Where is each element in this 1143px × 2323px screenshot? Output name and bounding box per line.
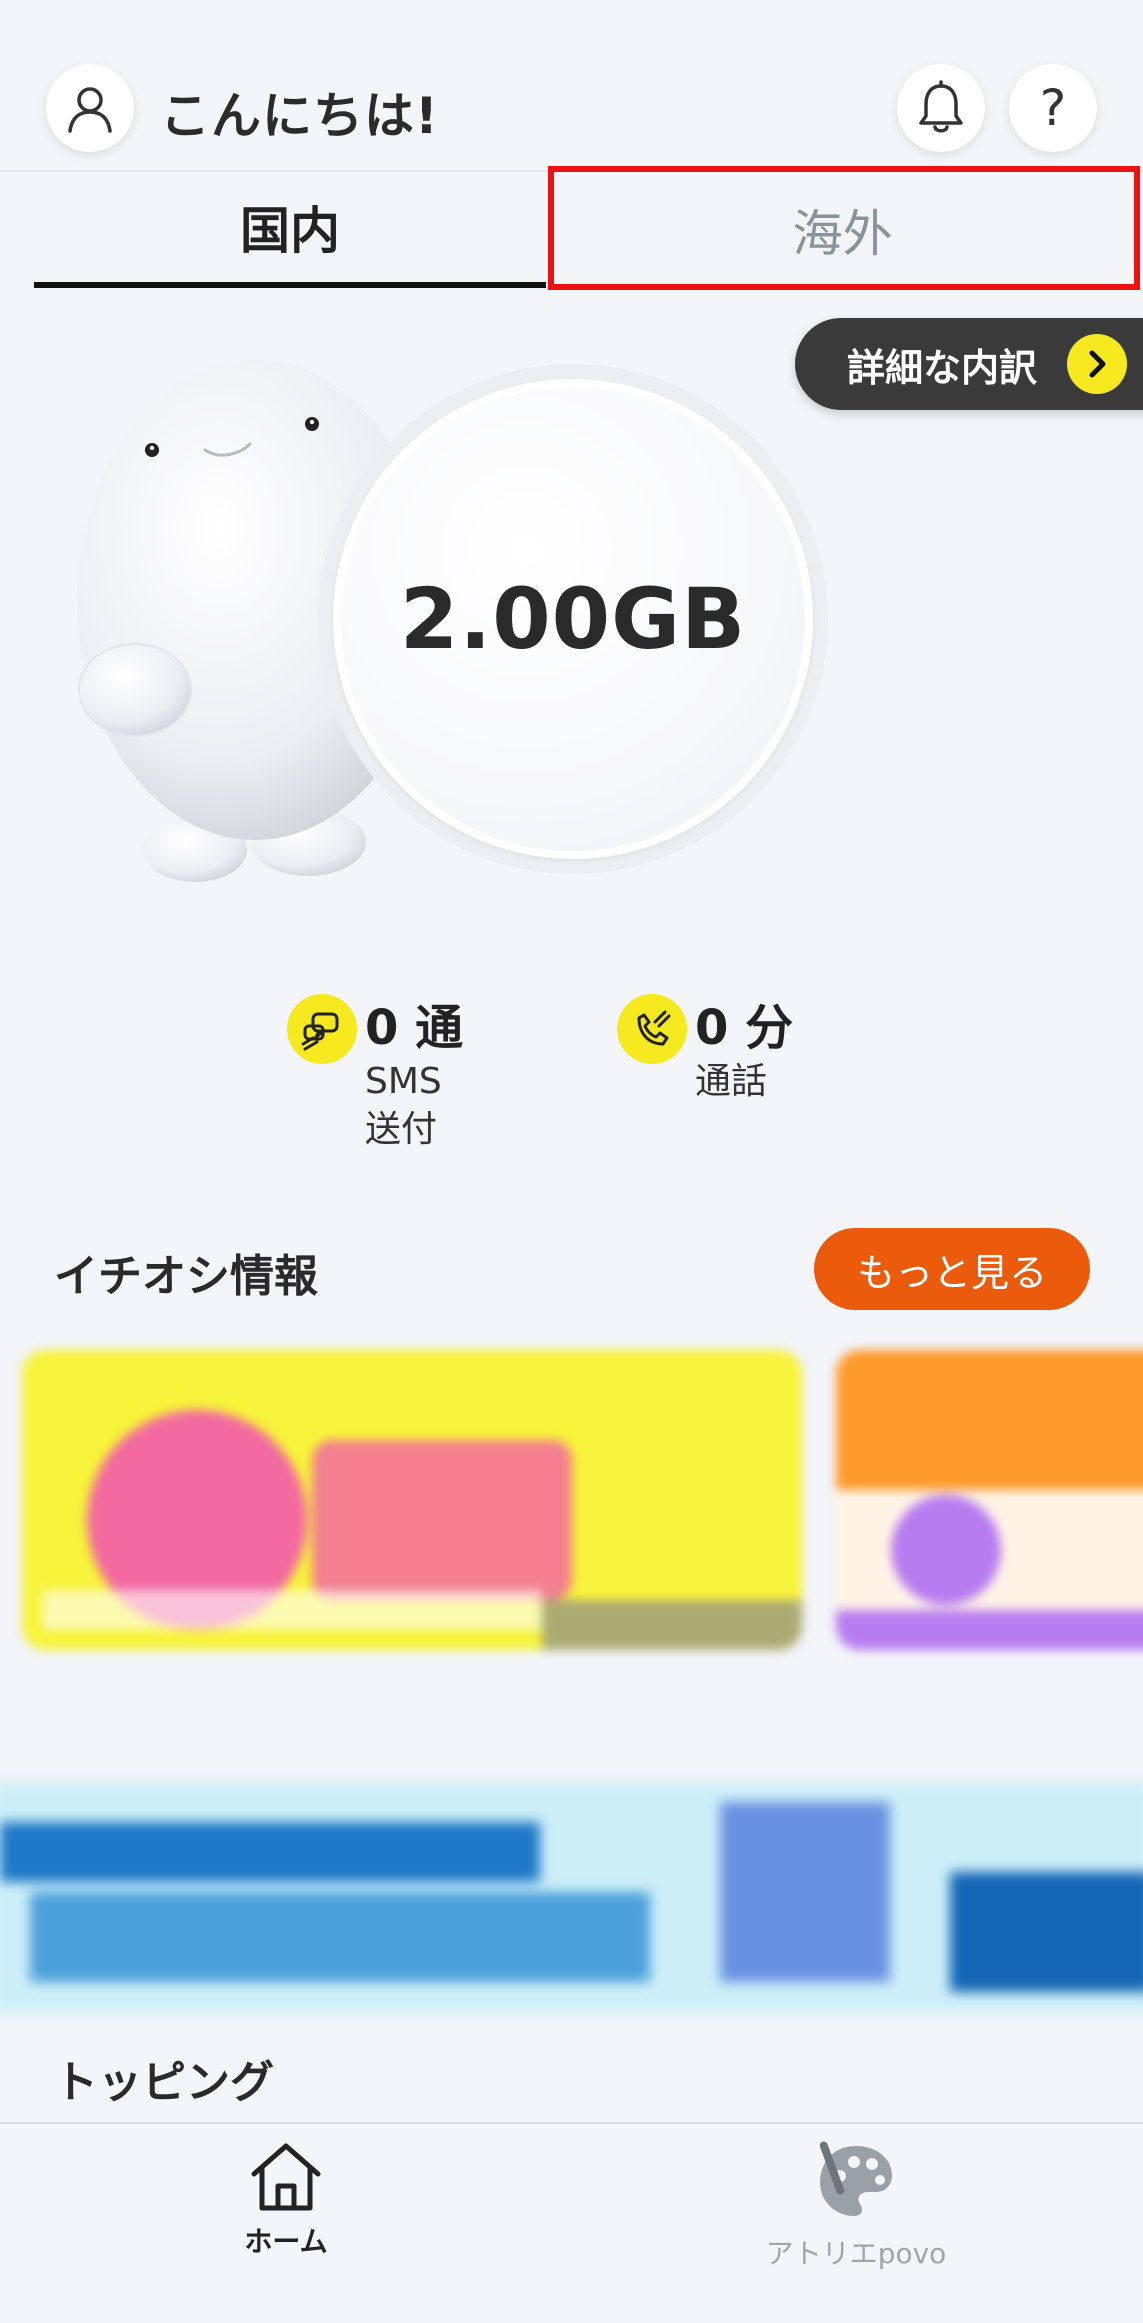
sms-label-line1: SMS	[365, 1061, 442, 1102]
topping-section-title: トッピング	[54, 2057, 274, 2108]
sms-label: SMS 送付	[365, 1058, 442, 1154]
tab-domestic[interactable]: 国内	[34, 172, 546, 288]
sms-label-line2: 送付	[365, 1109, 438, 1150]
chevron-right-icon	[1067, 334, 1127, 394]
sms-count: 0 通	[365, 1000, 464, 1056]
call-minutes: 0 分	[695, 1000, 794, 1056]
notification-button[interactable]	[897, 64, 985, 152]
nav-home[interactable]: ホーム	[136, 2136, 436, 2260]
phone-icon	[617, 994, 687, 1064]
help-icon: ?	[1039, 79, 1067, 137]
detail-breakdown-label: 詳細な内訳	[847, 345, 1038, 390]
recommended-section-title: イチオシ情報	[54, 1251, 318, 1302]
palette-icon	[819, 2141, 892, 2216]
data-remaining-ring: 2.00GB	[318, 364, 828, 874]
user-outline-icon	[68, 87, 112, 133]
bottom-navigation: ホーム アトリエpovo	[0, 2122, 1143, 2323]
data-remaining-circle: 2.00GB	[333, 379, 813, 859]
nav-atelier-povo[interactable]: アトリエpovo	[706, 2136, 1006, 2272]
tab-overseas[interactable]: 海外	[546, 172, 1139, 288]
detail-breakdown-button[interactable]: 詳細な内訳	[795, 318, 1143, 410]
promo-banner-2[interactable]	[836, 1350, 1143, 1650]
bell-icon	[919, 80, 963, 133]
call-label: 通話	[695, 1061, 768, 1102]
see-more-button[interactable]: もっと見る	[814, 1228, 1090, 1310]
greeting-text: こんにちは!	[160, 87, 439, 145]
region-tabs: 国内 海外	[0, 172, 1143, 292]
avatar-button[interactable]	[46, 64, 134, 152]
help-button[interactable]: ?	[1009, 64, 1097, 152]
promo-banner-1[interactable]	[22, 1350, 802, 1650]
nav-atelier-label: アトリエpovo	[765, 2237, 947, 2270]
home-icon	[251, 2143, 321, 2211]
nav-home-label: ホーム	[244, 2225, 328, 2258]
app-header: こんにちは! ?	[0, 0, 1143, 172]
promo-banner-3[interactable]	[0, 1782, 1143, 2012]
data-remaining-amount: 2.00GB	[399, 570, 747, 668]
chat-bubble-icon	[287, 994, 357, 1064]
